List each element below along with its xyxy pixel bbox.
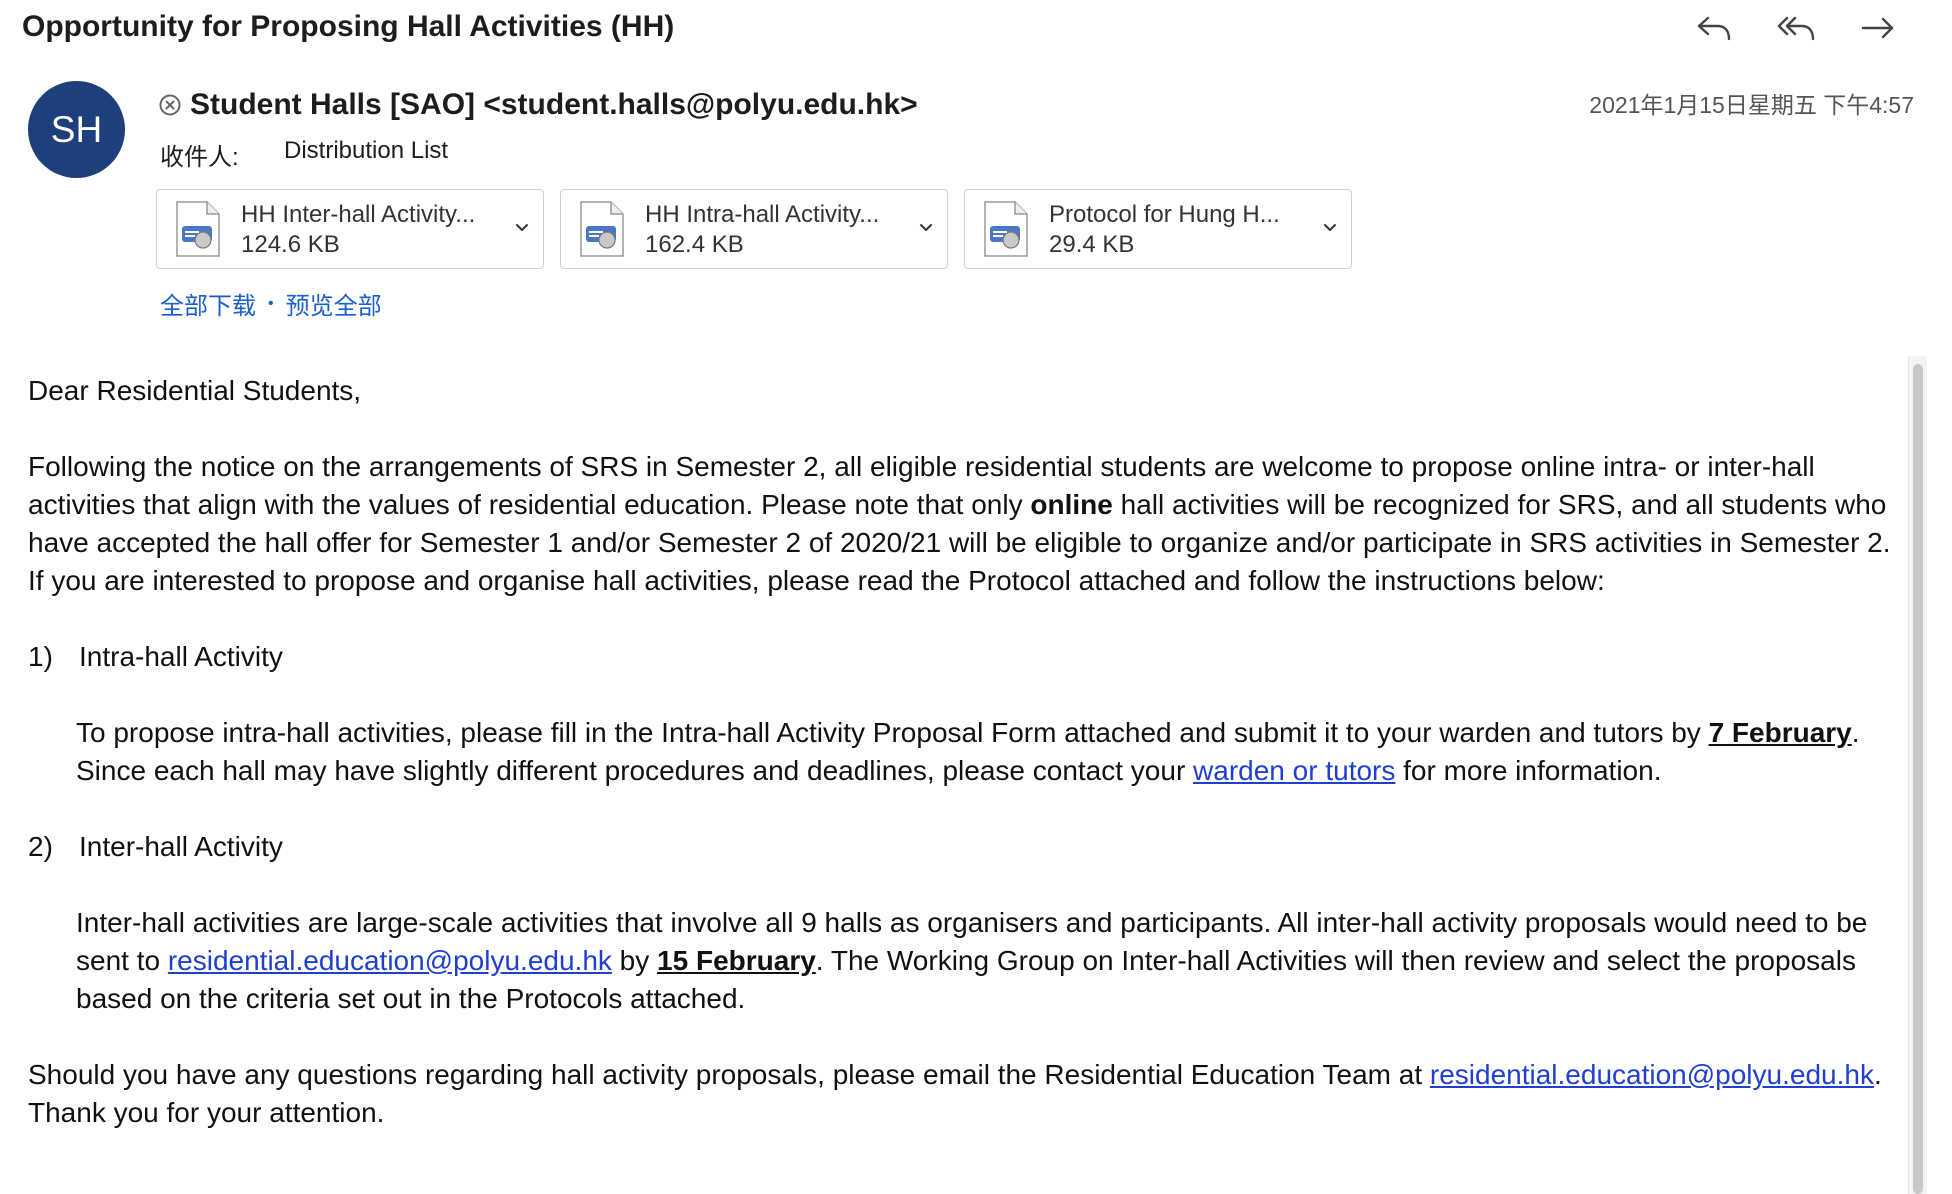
greeting: Dear Residential Students, — [28, 375, 362, 406]
document-file-icon — [580, 201, 624, 257]
scrollbar-thumb[interactable] — [1913, 364, 1923, 1194]
unverified-sender-icon — [159, 94, 181, 116]
email-body: Dear Residential Students, Following the… — [28, 372, 1898, 1170]
attachment-size: 29.4 KB — [1049, 231, 1135, 258]
reply-icon — [1697, 16, 1731, 41]
item2-deadline: 15 February — [657, 945, 816, 976]
reply-all-icon — [1777, 16, 1815, 41]
item1-deadline: 7 February — [1708, 717, 1852, 748]
attachment-name: HH Intra-hall Activity... — [645, 201, 880, 228]
document-file-icon — [984, 201, 1028, 257]
reply-button[interactable] — [1690, 8, 1738, 48]
attachment-item[interactable]: HH Intra-hall Activity... 162.4 KB — [560, 189, 948, 269]
attachment-name: HH Inter-hall Activity... — [241, 201, 476, 228]
item1-paragraph: To propose intra-hall activities, please… — [28, 714, 1898, 790]
closing-text: Should you have any questions regarding … — [28, 1059, 1430, 1090]
item1-text: To propose intra-hall activities, please… — [76, 717, 1709, 748]
closing-email-link[interactable]: residential.education@polyu.edu.hk — [1430, 1059, 1874, 1090]
online-emphasis: online — [1030, 489, 1113, 520]
preview-all-link[interactable]: 预览全部 — [286, 286, 382, 321]
chevron-down-icon[interactable] — [1321, 218, 1339, 236]
item1-title: Intra-hall Activity — [79, 641, 283, 672]
sender-row: Student Halls [SAO] <student.halls@polyu… — [158, 88, 918, 122]
forward-button[interactable] — [1854, 8, 1902, 48]
attachment-item[interactable]: Protocol for Hung H... 29.4 KB — [964, 189, 1352, 269]
item2-heading: 2) Inter-hall Activity — [28, 828, 1898, 866]
warden-tutors-link[interactable]: warden or tutors — [1193, 755, 1395, 786]
intro-paragraph: Following the notice on the arrangements… — [28, 448, 1898, 600]
attachment-size: 162.4 KB — [645, 231, 744, 258]
sender-name[interactable]: Student Halls [SAO] <student.halls@polyu… — [190, 88, 918, 122]
reply-all-button[interactable] — [1772, 8, 1820, 48]
to-value[interactable]: Distribution List — [284, 137, 448, 172]
to-label: 收件人: — [160, 144, 239, 171]
scrollbar[interactable] — [1908, 356, 1927, 1194]
email-datetime: 2021年1月15日星期五 下午4:57 — [1589, 92, 1914, 118]
message-actions — [1690, 8, 1902, 48]
chevron-down-icon[interactable] — [917, 218, 935, 236]
attachment-size: 124.6 KB — [241, 231, 340, 258]
email-link[interactable]: residential.education@polyu.edu.hk — [168, 945, 612, 976]
item2-number: 2) — [28, 831, 53, 862]
item2-title: Inter-hall Activity — [79, 831, 283, 862]
attachment-item[interactable]: HH Inter-hall Activity... 124.6 KB — [156, 189, 544, 269]
attachment-links: 全部下载 • 预览全部 — [160, 286, 382, 321]
document-file-icon — [176, 201, 220, 257]
item1-number: 1) — [28, 641, 53, 672]
item2-paragraph: Inter-hall activities are large-scale ac… — [28, 904, 1898, 1018]
item1-text-end: for more information. — [1395, 755, 1662, 786]
closing-paragraph: Should you have any questions regarding … — [28, 1056, 1898, 1132]
link-separator: • — [268, 294, 274, 312]
attachment-name: Protocol for Hung H... — [1049, 201, 1280, 228]
avatar-initials: SH — [50, 108, 103, 150]
item2-text-by: by — [611, 945, 658, 976]
forward-icon — [1861, 17, 1894, 39]
download-all-link[interactable]: 全部下载 — [160, 286, 256, 321]
item1-heading: 1) Intra-hall Activity — [28, 638, 1898, 676]
chevron-down-icon[interactable] — [513, 218, 531, 236]
recipients-row: 收件人: Distribution List — [160, 137, 448, 172]
attachments-bar: HH Inter-hall Activity... 124.6 KB HH In… — [156, 189, 1352, 269]
email-subject: Opportunity for Proposing Hall Activitie… — [22, 10, 675, 43]
sender-avatar[interactable]: SH — [28, 81, 125, 178]
